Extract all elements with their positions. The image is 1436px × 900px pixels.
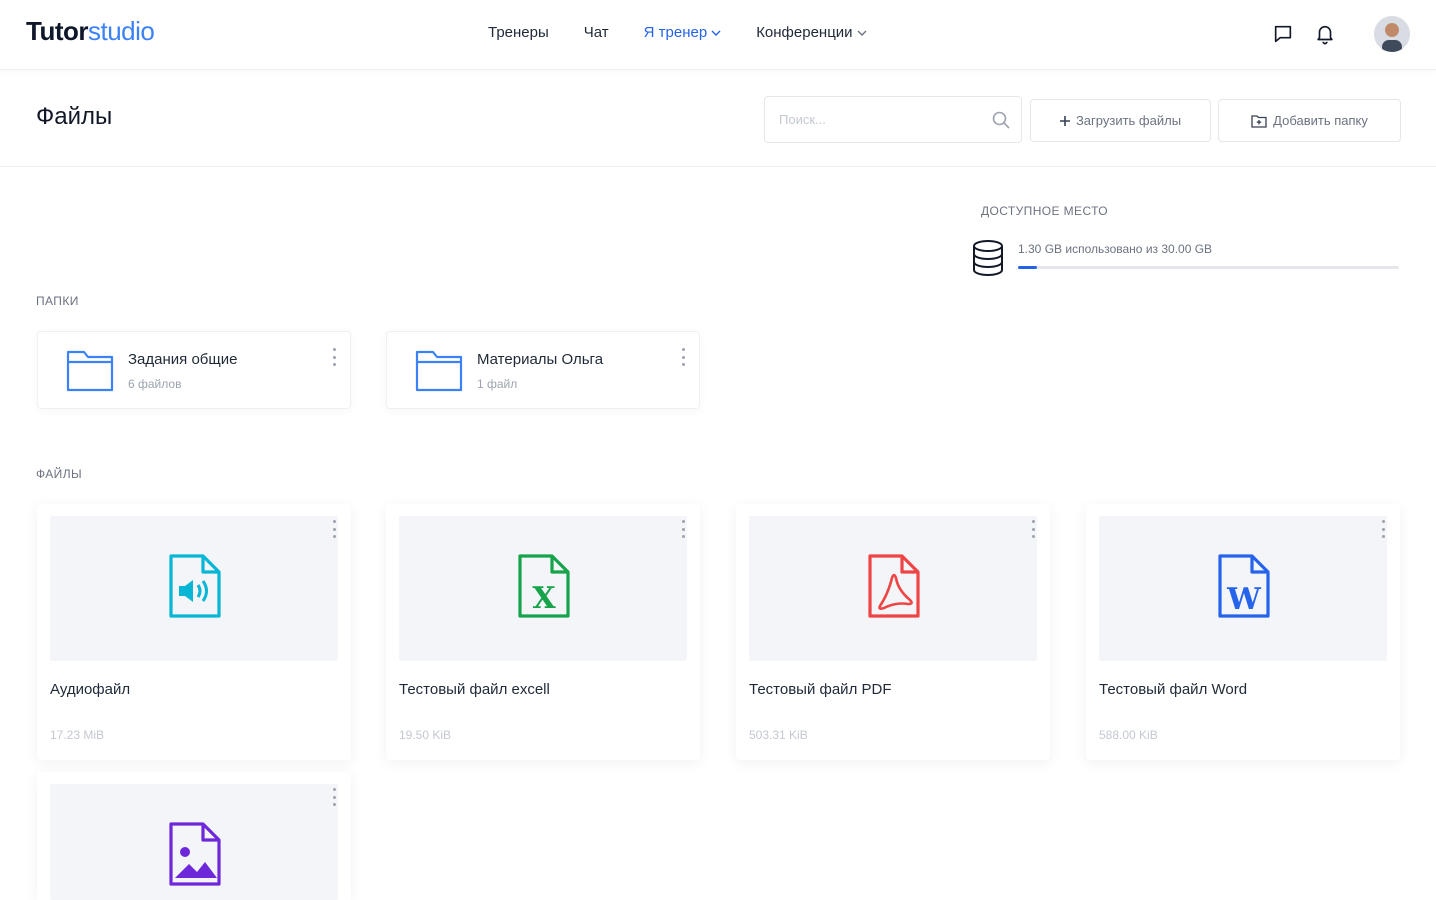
plus-icon <box>1059 115 1070 126</box>
file-name: Тестовый файл excell <box>399 681 550 698</box>
folder-card[interactable]: Материалы Ольга 1 файл <box>386 331 700 409</box>
folder-icon <box>66 350 114 392</box>
add-folder-label: Добавить папку <box>1273 113 1368 128</box>
nav-item-i-am-trainer[interactable]: Я тренер <box>644 24 722 41</box>
kebab-menu-icon[interactable] <box>328 788 340 806</box>
file-size: 17.23 MiB <box>50 728 105 742</box>
upload-files-label: Загрузить файлы <box>1075 113 1182 128</box>
search-input[interactable] <box>779 97 989 142</box>
nav-item-label: Чат <box>583 24 609 41</box>
file-preview <box>50 516 338 661</box>
top-navbar: Tutorstudio Тренеры Чат Я тренер Конфере… <box>0 0 1436 70</box>
file-size: 19.50 KiB <box>399 728 452 742</box>
chat-icon[interactable] <box>1270 21 1296 47</box>
kebab-menu-icon[interactable] <box>328 520 340 538</box>
main-nav: Тренеры Чат Я тренер Конференции <box>488 24 902 41</box>
file-card[interactable]: Аудиофайл 17.23 MiB <box>37 504 351 760</box>
storage-progress-fill <box>1018 266 1038 269</box>
search-box <box>764 96 1022 143</box>
file-preview: W <box>1099 516 1387 661</box>
chevron-down-icon <box>711 30 721 36</box>
folder-file-count: 1 файл <box>477 377 518 391</box>
file-name: Тестовый файл Word <box>1099 681 1248 698</box>
image-file-icon <box>169 822 221 886</box>
file-card[interactable] <box>37 772 351 900</box>
file-card[interactable]: W Тестовый файл Word 588.00 KiB <box>1086 504 1400 760</box>
pdf-file-icon <box>868 554 920 618</box>
user-avatar[interactable] <box>1374 16 1410 52</box>
folder-file-count: 6 файлов <box>128 377 182 391</box>
folder-icon <box>415 350 463 392</box>
excel-file-icon: X <box>518 554 570 618</box>
svg-text:X: X <box>532 581 556 616</box>
file-size: 503.31 KiB <box>749 728 808 742</box>
nav-item-chat[interactable]: Чат <box>584 24 609 41</box>
file-card[interactable]: X Тестовый файл excell 19.50 KiB <box>386 504 700 760</box>
folder-plus-icon <box>1251 114 1267 128</box>
search-icon[interactable] <box>991 110 1011 130</box>
kebab-menu-icon[interactable] <box>328 348 340 366</box>
kebab-menu-icon[interactable] <box>1027 520 1039 538</box>
page-title: Файлы <box>36 103 113 130</box>
nav-item-conferences[interactable]: Конференции <box>756 24 867 41</box>
nav-item-label: Я тренер <box>643 24 708 41</box>
logo-text-tutor: Tutor <box>26 16 89 46</box>
file-size: 588.00 KiB <box>1099 728 1158 742</box>
folder-name: Задания общие <box>128 351 238 368</box>
kebab-menu-icon[interactable] <box>1377 520 1389 538</box>
folder-name: Материалы Ольга <box>477 351 604 368</box>
storage-progress-bar <box>1018 266 1399 269</box>
kebab-menu-icon[interactable] <box>677 348 689 366</box>
page-header: Файлы Загрузить файлы Добавить папку <box>0 71 1436 167</box>
database-icon <box>973 240 1003 277</box>
nav-item-trainers[interactable]: Тренеры <box>488 24 549 41</box>
files-section-label: ФАЙЛЫ <box>36 467 82 481</box>
kebab-menu-icon[interactable] <box>677 520 689 538</box>
word-file-icon: W <box>1218 554 1270 618</box>
folder-card[interactable]: Задания общие 6 файлов <box>37 331 351 409</box>
file-preview <box>50 784 338 900</box>
file-card[interactable]: Тестовый файл PDF 503.31 KiB <box>736 504 1050 760</box>
svg-text:W: W <box>1226 582 1262 617</box>
file-name: Тестовый файл PDF <box>749 681 892 698</box>
logo-text-studio: studio <box>88 16 155 46</box>
file-preview <box>749 516 1037 661</box>
file-name: Аудиофайл <box>50 681 131 698</box>
chevron-down-icon <box>857 30 867 36</box>
upload-files-button[interactable]: Загрузить файлы <box>1030 99 1211 142</box>
app-logo[interactable]: Tutorstudio <box>26 16 155 47</box>
folders-section-label: ПАПКИ <box>36 294 79 308</box>
storage-label: ДОСТУПНОЕ МЕСТО <box>981 204 1109 218</box>
bell-icon[interactable] <box>1312 21 1338 47</box>
storage-usage-text: 1.30 GB использовано из 30.00 GB <box>1018 242 1213 256</box>
add-folder-button[interactable]: Добавить папку <box>1218 99 1401 142</box>
nav-item-label: Конференции <box>756 24 853 41</box>
nav-item-label: Тренеры <box>488 24 549 41</box>
file-preview: X <box>399 516 687 661</box>
top-actions <box>1254 16 1410 52</box>
audio-file-icon <box>169 554 221 618</box>
